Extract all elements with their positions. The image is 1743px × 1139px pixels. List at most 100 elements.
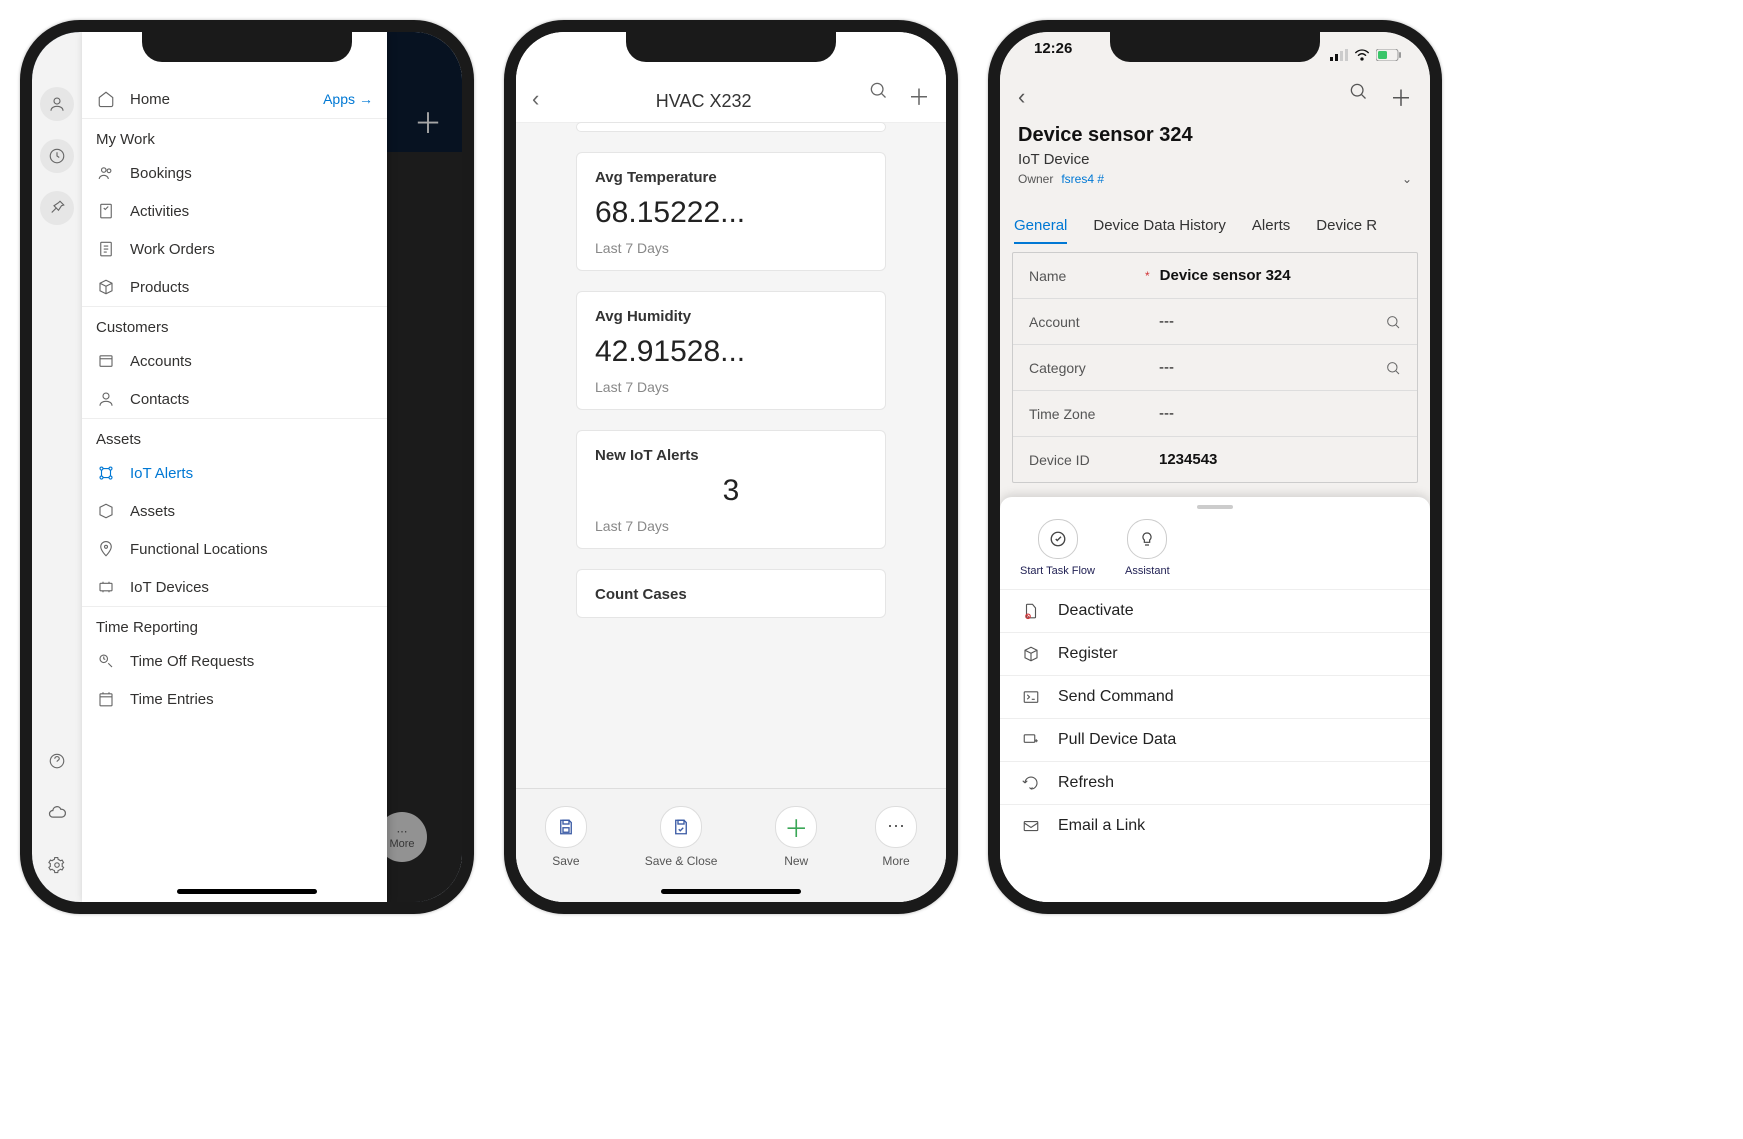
pin-icon[interactable] bbox=[40, 191, 74, 225]
action-label: Email a Link bbox=[1058, 817, 1145, 835]
field-account[interactable]: Account --- bbox=[1013, 299, 1417, 345]
cloud-icon[interactable] bbox=[40, 796, 74, 830]
profile-icon[interactable] bbox=[40, 87, 74, 121]
notch bbox=[142, 32, 352, 62]
card-avg-temperature[interactable]: Avg Temperature 68.15222... Last 7 Days bbox=[576, 152, 886, 271]
nav-time-entries-label: Time Entries bbox=[130, 691, 214, 708]
gear-icon[interactable] bbox=[40, 848, 74, 882]
screen-1: ＋ ⋯ More bbox=[32, 32, 462, 902]
page-title: Device sensor 324 bbox=[1018, 124, 1412, 147]
action-register[interactable]: Register bbox=[1000, 632, 1430, 675]
nav-time-off-requests[interactable]: Time Off Requests bbox=[82, 642, 387, 680]
field-label: Category bbox=[1029, 360, 1159, 376]
tab-alerts[interactable]: Alerts bbox=[1252, 217, 1290, 244]
nav-activities[interactable]: Activities bbox=[82, 192, 387, 230]
home-icon bbox=[96, 90, 116, 108]
start-task-flow-button[interactable]: Start Task Flow bbox=[1020, 519, 1095, 577]
nav-work-orders[interactable]: Work Orders bbox=[82, 230, 387, 268]
more-button[interactable]: ⋯ More bbox=[875, 806, 917, 868]
home-indicator[interactable] bbox=[661, 889, 801, 894]
card-new-iot-alerts[interactable]: New IoT Alerts 3 Last 7 Days bbox=[576, 430, 886, 549]
action-refresh[interactable]: Refresh bbox=[1000, 761, 1430, 804]
action-label: Pull Device Data bbox=[1058, 731, 1176, 749]
nav-accounts[interactable]: Accounts bbox=[82, 342, 387, 380]
tab-device-data-history[interactable]: Device Data History bbox=[1093, 217, 1226, 244]
nav-products-label: Products bbox=[130, 279, 189, 296]
apps-link[interactable]: Apps → bbox=[323, 91, 373, 107]
notch bbox=[626, 32, 836, 62]
add-icon[interactable]: ＋ bbox=[908, 80, 930, 112]
search-icon[interactable] bbox=[1348, 81, 1368, 113]
lookup-icon[interactable] bbox=[1385, 314, 1401, 330]
nav-products[interactable]: Products bbox=[82, 268, 387, 306]
form: Name * Device sensor 324 Account --- Cat… bbox=[1012, 252, 1418, 483]
deactivate-icon bbox=[1020, 602, 1042, 620]
action-pull-device-data[interactable]: Pull Device Data bbox=[1000, 718, 1430, 761]
save-icon bbox=[545, 806, 587, 848]
search-icon[interactable] bbox=[868, 80, 888, 112]
nav-assets[interactable]: Assets bbox=[82, 492, 387, 530]
help-icon[interactable] bbox=[40, 744, 74, 778]
field-name[interactable]: Name * Device sensor 324 bbox=[1013, 253, 1417, 299]
nav-contacts[interactable]: Contacts bbox=[82, 380, 387, 418]
nav-assets-label: Assets bbox=[130, 503, 175, 520]
card-label: Count Cases bbox=[595, 586, 867, 603]
nav-functional-locations[interactable]: Functional Locations bbox=[82, 530, 387, 568]
signal-icon bbox=[1330, 49, 1348, 61]
time-entries-icon bbox=[96, 690, 116, 708]
back-icon[interactable]: ‹ bbox=[532, 86, 539, 112]
nav-contacts-label: Contacts bbox=[130, 391, 189, 408]
title-block: Device sensor 324 IoT Device Owner fsres… bbox=[1018, 124, 1412, 186]
content-area[interactable]: Avg Temperature 68.15222... Last 7 Days … bbox=[516, 112, 946, 812]
location-icon bbox=[96, 540, 116, 558]
save-close-icon bbox=[660, 806, 702, 848]
overlay-dim[interactable] bbox=[387, 32, 462, 902]
save-close-button[interactable]: Save & Close bbox=[645, 806, 718, 868]
nav-iot-devices[interactable]: IoT Devices bbox=[82, 568, 387, 606]
phone-2-frame: ‹ HVAC X232 ＋ Avg Temperature 68.15222..… bbox=[504, 20, 958, 914]
header: ‹ ＋ bbox=[1000, 72, 1430, 122]
nav-time-entries[interactable]: Time Entries bbox=[82, 680, 387, 718]
assistant-label: Assistant bbox=[1125, 565, 1170, 577]
field-label: Device ID bbox=[1029, 452, 1159, 468]
card-count-cases[interactable]: Count Cases bbox=[576, 569, 886, 618]
card-avg-humidity[interactable]: Avg Humidity 42.91528... Last 7 Days bbox=[576, 291, 886, 410]
required-marker: * bbox=[1145, 269, 1150, 283]
field-value: Device sensor 324 bbox=[1160, 267, 1401, 284]
field-value: --- bbox=[1159, 359, 1385, 376]
nav-bookings[interactable]: Bookings bbox=[82, 154, 387, 192]
field-label: Account bbox=[1029, 314, 1159, 330]
apps-link-text: Apps bbox=[323, 91, 355, 107]
start-task-flow-label: Start Task Flow bbox=[1020, 565, 1095, 577]
owner-label: Owner bbox=[1018, 172, 1053, 186]
nav-iot-devices-label: IoT Devices bbox=[130, 579, 209, 596]
field-time-zone[interactable]: Time Zone --- bbox=[1013, 391, 1417, 437]
drag-handle[interactable] bbox=[1197, 505, 1233, 509]
nav-activities-label: Activities bbox=[130, 203, 189, 220]
assistant-button[interactable]: Assistant bbox=[1125, 519, 1170, 577]
email-icon bbox=[1020, 817, 1042, 835]
home-indicator[interactable] bbox=[177, 889, 317, 894]
clock-icon[interactable] bbox=[40, 139, 74, 173]
page-title: HVAC X232 bbox=[539, 91, 868, 112]
field-category[interactable]: Category --- bbox=[1013, 345, 1417, 391]
tab-general[interactable]: General bbox=[1014, 217, 1067, 244]
owner-link[interactable]: fsres4 # bbox=[1061, 172, 1104, 186]
send-command-icon bbox=[1020, 688, 1042, 706]
screen-3: 12:26 ‹ bbox=[1000, 32, 1430, 902]
new-button[interactable]: ＋ New bbox=[775, 806, 817, 868]
action-send-command[interactable]: Send Command bbox=[1000, 675, 1430, 718]
nav-iot-alerts[interactable]: IoT Alerts bbox=[82, 454, 387, 492]
contacts-icon bbox=[96, 390, 116, 408]
save-button[interactable]: Save bbox=[545, 806, 587, 868]
action-email-link[interactable]: Email a Link bbox=[1000, 804, 1430, 847]
refresh-icon bbox=[1020, 774, 1042, 792]
add-icon[interactable]: ＋ bbox=[1390, 81, 1412, 113]
chevron-down-icon[interactable]: ⌄ bbox=[1402, 172, 1412, 186]
field-device-id[interactable]: Device ID 1234543 bbox=[1013, 437, 1417, 482]
tab-device-r[interactable]: Device R bbox=[1316, 217, 1377, 244]
action-deactivate[interactable]: Deactivate bbox=[1000, 589, 1430, 632]
back-icon[interactable]: ‹ bbox=[1018, 84, 1025, 110]
lookup-icon[interactable] bbox=[1385, 360, 1401, 376]
left-rail bbox=[32, 32, 82, 902]
